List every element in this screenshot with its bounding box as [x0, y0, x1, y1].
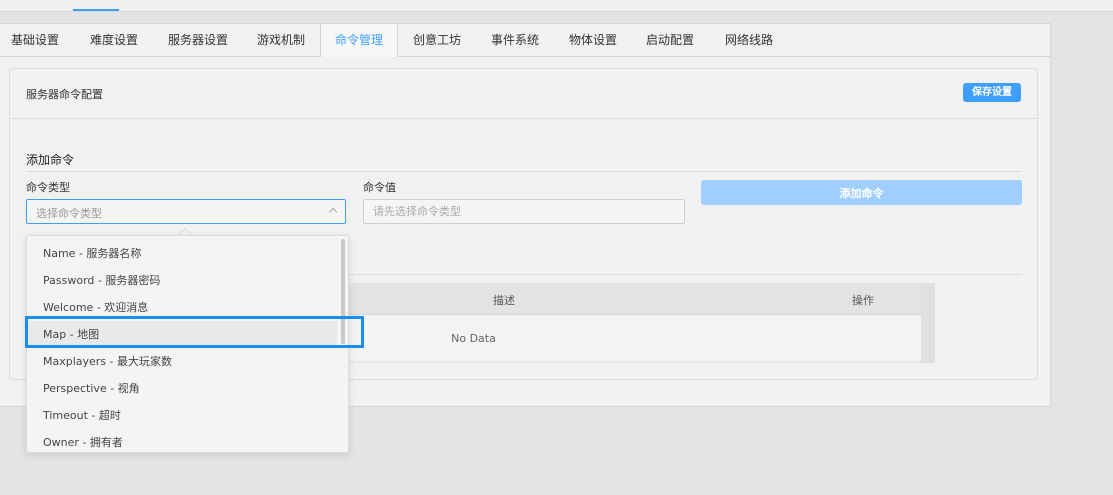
option-perspective[interactable]: Perspective - 视角 [27, 375, 337, 402]
option-map[interactable]: Map - 地图 [27, 321, 337, 348]
tab-startup-config[interactable]: 启动配置 [636, 24, 704, 56]
save-settings-button[interactable]: 保存设置 [963, 83, 1021, 102]
tab-basic[interactable]: 基础设置 [0, 24, 70, 56]
tab-event-system[interactable]: 事件系统 [481, 24, 549, 56]
tab-object-settings[interactable]: 物体设置 [559, 24, 627, 56]
command-type-dropdown: Name - 服务器名称 Password - 服务器密码 Welcome - … [26, 235, 349, 453]
command-type-select[interactable]: 选择命令类型 [26, 199, 346, 224]
card-title: 服务器命令配置 [26, 88, 103, 101]
option-timeout[interactable]: Timeout - 超时 [27, 402, 337, 429]
option-welcome[interactable]: Welcome - 欢迎消息 [27, 294, 337, 321]
command-value-input[interactable] [363, 199, 685, 224]
card-header: 服务器命令配置 保存设置 [10, 69, 1037, 119]
command-type-label: 命令类型 [26, 181, 70, 194]
tab-game-mechanics[interactable]: 游戏机制 [247, 24, 315, 56]
add-command-title: 添加命令 [26, 153, 75, 167]
command-type-placeholder: 选择命令类型 [36, 207, 102, 220]
column-actions: 操作 [852, 294, 874, 307]
option-owner[interactable]: Owner - 拥有者 [27, 429, 337, 452]
settings-tabs: 基础设置 难度设置 服务器设置 游戏机制 命令管理 创意工坊 事件系统 物体设置… [0, 24, 1050, 57]
option-maxplayers[interactable]: Maxplayers - 最大玩家数 [27, 348, 337, 375]
section-divider [26, 171, 1022, 172]
tab-difficulty[interactable]: 难度设置 [79, 24, 149, 56]
tab-server[interactable]: 服务器设置 [160, 24, 236, 56]
command-value-label: 命令值 [363, 181, 396, 194]
add-command-button[interactable]: 添加命令 [701, 180, 1022, 205]
column-description: 描述 [493, 294, 515, 307]
tab-command-management[interactable]: 命令管理 [320, 24, 398, 57]
table-scrollbar[interactable] [921, 283, 935, 363]
tab-network-route[interactable]: 网络线路 [715, 24, 783, 56]
dropdown-scrollbar[interactable] [341, 239, 345, 344]
option-password[interactable]: Password - 服务器密码 [27, 267, 337, 294]
option-name[interactable]: Name - 服务器名称 [27, 240, 337, 267]
tab-workshop[interactable]: 创意工坊 [403, 24, 471, 56]
top-nav-active-indicator [73, 9, 119, 11]
top-navigation [0, 0, 1113, 12]
chevron-up-icon [328, 207, 338, 217]
